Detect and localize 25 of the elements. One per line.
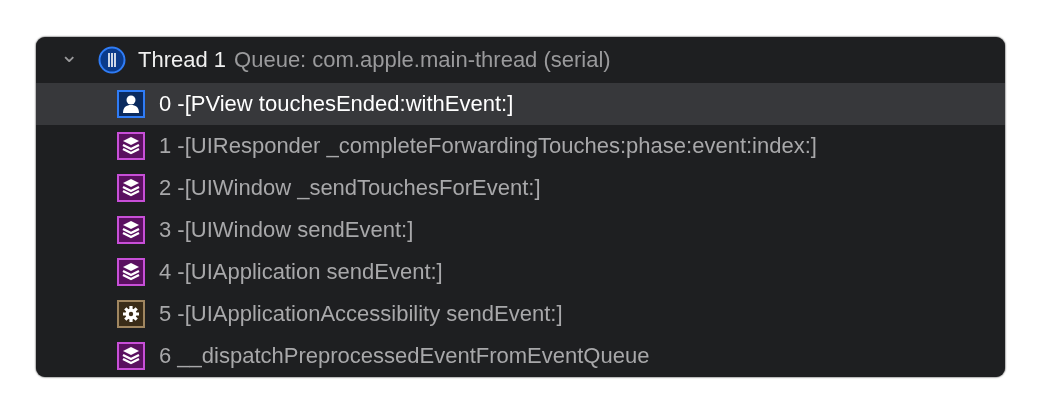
person-icon bbox=[117, 90, 145, 118]
frame-label: 6 __dispatchPreprocessedEventFromEventQueue bbox=[159, 343, 650, 369]
gear-icon bbox=[117, 300, 145, 328]
frame-label: 2 -[UIWindow _sendTouchesForEvent:] bbox=[159, 175, 541, 201]
thread-icon bbox=[98, 46, 126, 74]
frame-label: 1 -[UIResponder _completeForwardingTouches:phase:event:index:] bbox=[159, 133, 817, 159]
layers-icon bbox=[117, 174, 145, 202]
frame-label: 4 -[UIApplication sendEvent:] bbox=[159, 259, 443, 285]
layers-icon bbox=[117, 216, 145, 244]
stack-frame-row[interactable]: 6 __dispatchPreprocessedEventFromEventQueue bbox=[36, 335, 1005, 377]
stack-frame-row[interactable]: 1 -[UIResponder _completeForwardingTouches:phase:event:index:] bbox=[36, 125, 1005, 167]
stack-frame-row[interactable]: 0 -[PView touchesEnded:withEvent:] bbox=[36, 83, 1005, 125]
stack-frame-row[interactable]: 4 -[UIApplication sendEvent:] bbox=[36, 251, 1005, 293]
queue-label: Queue: com.apple.main-thread (serial) bbox=[234, 47, 611, 73]
frame-label: 0 -[PView touchesEnded:withEvent:] bbox=[159, 91, 514, 117]
stack-frame-row[interactable]: 5 -[UIApplicationAccessibility sendEvent:] bbox=[36, 293, 1005, 335]
layers-icon bbox=[117, 258, 145, 286]
frame-label: 5 -[UIApplicationAccessibility sendEvent:] bbox=[159, 301, 563, 327]
disclosure-chevron[interactable]: ⌄ bbox=[60, 44, 82, 66]
stack-frame-row[interactable]: 3 -[UIWindow sendEvent:] bbox=[36, 209, 1005, 251]
layers-icon bbox=[117, 132, 145, 160]
layers-icon bbox=[117, 342, 145, 370]
stack-frame-row[interactable]: 2 -[UIWindow _sendTouchesForEvent:] bbox=[36, 167, 1005, 209]
frame-label: 3 -[UIWindow sendEvent:] bbox=[159, 217, 414, 243]
thread-name: Thread 1 bbox=[138, 47, 227, 73]
